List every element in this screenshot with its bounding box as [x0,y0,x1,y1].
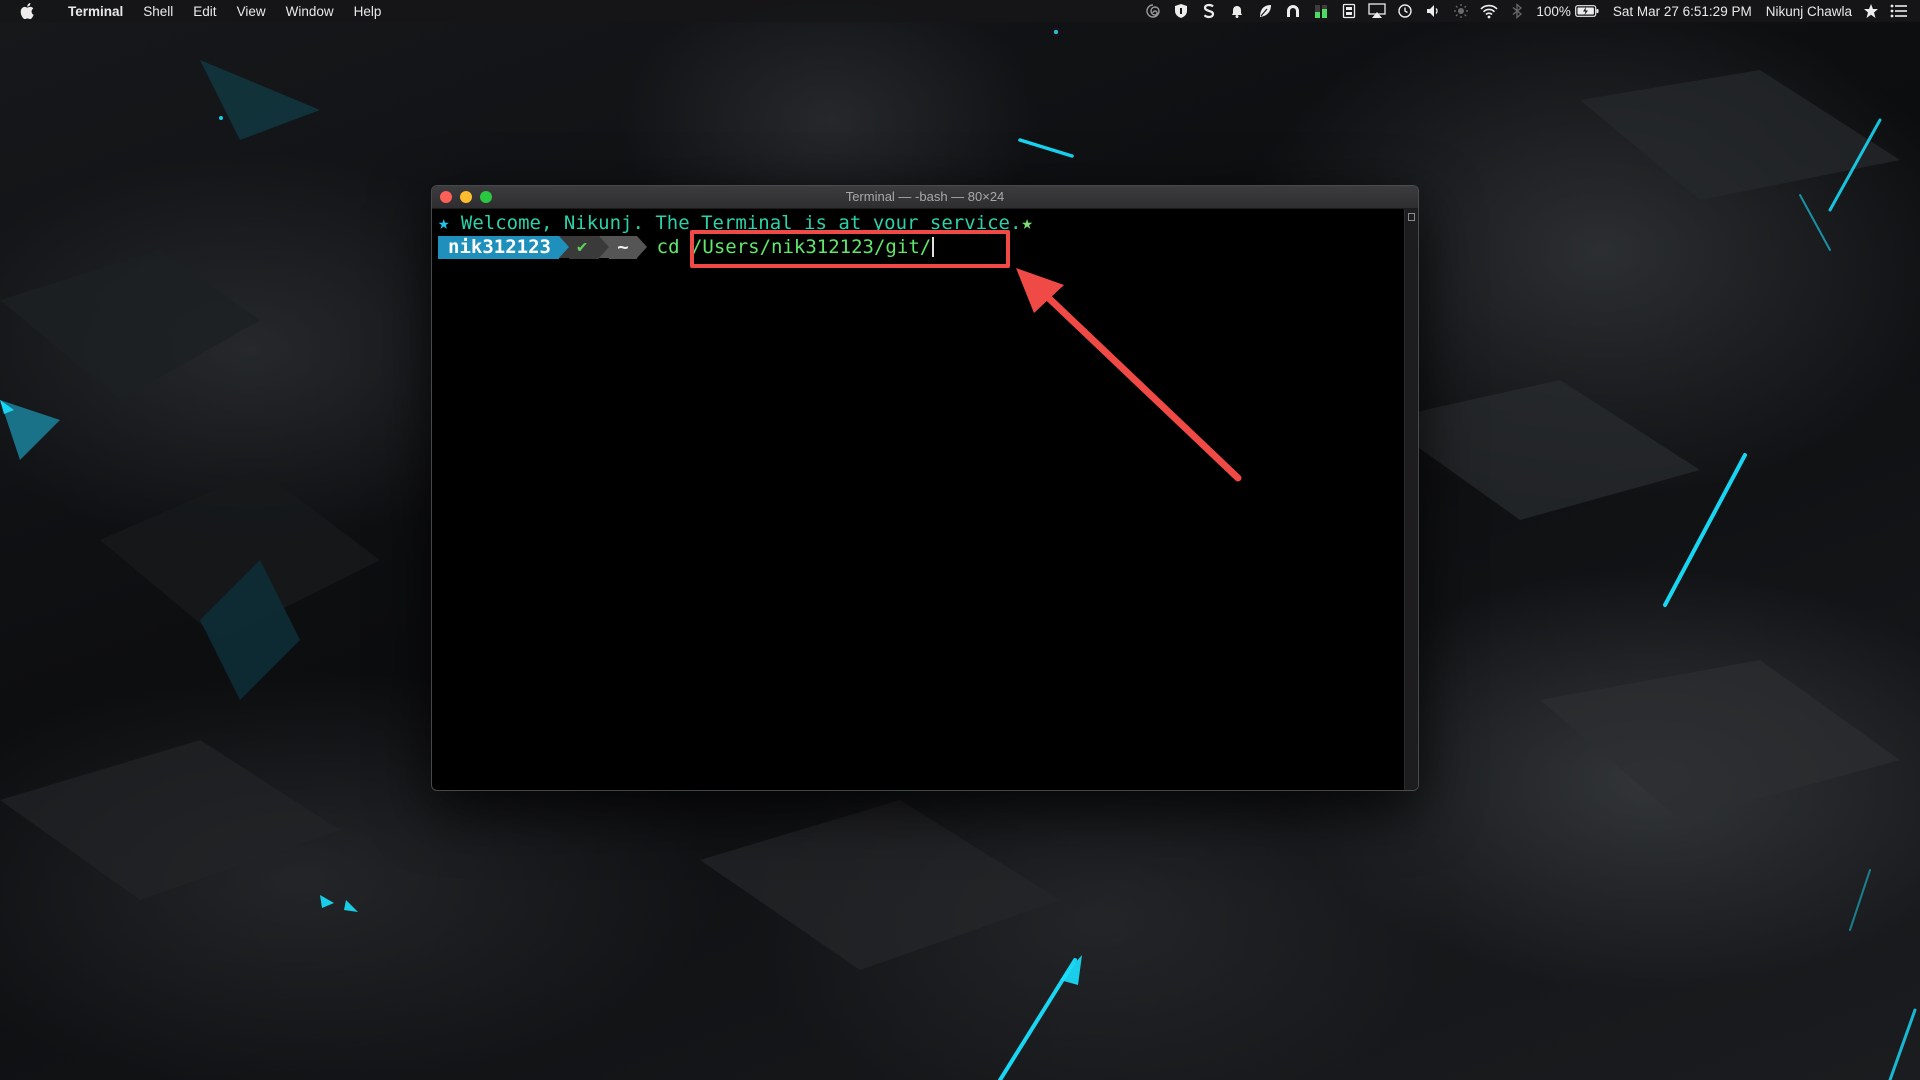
arch-icon[interactable] [1284,2,1302,20]
spiral-icon[interactable] [1144,2,1162,20]
scrollbar-grip-icon[interactable] [1408,213,1415,221]
prompt-user-segment: nik312123 [438,235,559,259]
star-icon[interactable] [1862,2,1880,20]
brightness-icon[interactable] [1452,2,1470,20]
menu-bar: Terminal Shell Edit View Window Help 100… [0,0,1920,22]
menu-user-name[interactable]: Nikunj Chawla [1766,4,1852,19]
star-glyph-start: ★ [438,212,450,234]
status-area: 100% Sat Mar 27 6:51:29 PM Nikunj Chawla [1134,0,1908,22]
apple-menu-icon[interactable] [20,3,34,19]
window-title: Terminal — -bash — 80×24 [845,189,1005,204]
menu-help[interactable]: Help [354,4,382,19]
s-icon[interactable] [1200,2,1218,20]
leaf-icon[interactable] [1256,2,1274,20]
prompt-separator-arrow [558,236,569,258]
prompt-directory-segment: ~ [609,235,637,259]
star-glyph-end: ★ [1021,212,1033,234]
bluetooth-icon[interactable] [1508,2,1526,20]
menu-view[interactable]: View [237,4,266,19]
prompt-status-checkmark: ✔ [568,235,600,259]
menu-shell[interactable]: Shell [143,4,173,19]
bell-icon[interactable] [1228,2,1246,20]
terminal-content[interactable]: ★ Welcome, Nikunj. The Terminal is at yo… [436,209,1404,790]
menu-clock[interactable]: Sat Mar 27 6:51:29 PM [1613,4,1752,19]
bars-icon[interactable] [1312,2,1330,20]
window-titlebar[interactable]: Terminal — -bash — 80×24 [432,186,1418,209]
terminal-window[interactable]: Terminal — -bash — 80×24 ★ Welcome, Niku… [432,186,1418,790]
battery-percent: 100% [1536,3,1571,19]
memory-icon[interactable] [1340,2,1358,20]
annotation-highlight-box [690,230,1010,268]
scrollbar[interactable] [1404,209,1418,790]
airplay-icon[interactable] [1368,2,1386,20]
menu-window[interactable]: Window [286,4,334,19]
wifi-icon[interactable] [1480,2,1498,20]
battery-icon[interactable] [1574,2,1599,20]
time-machine-icon[interactable] [1396,2,1414,20]
volume-icon[interactable] [1424,2,1442,20]
menu-app-name[interactable]: Terminal [68,4,123,19]
list-icon[interactable] [1890,2,1908,20]
shield-icon[interactable] [1172,2,1190,20]
prompt-separator-arrow [636,236,647,258]
prompt-separator-arrow [599,236,610,258]
menu-edit[interactable]: Edit [193,4,216,19]
